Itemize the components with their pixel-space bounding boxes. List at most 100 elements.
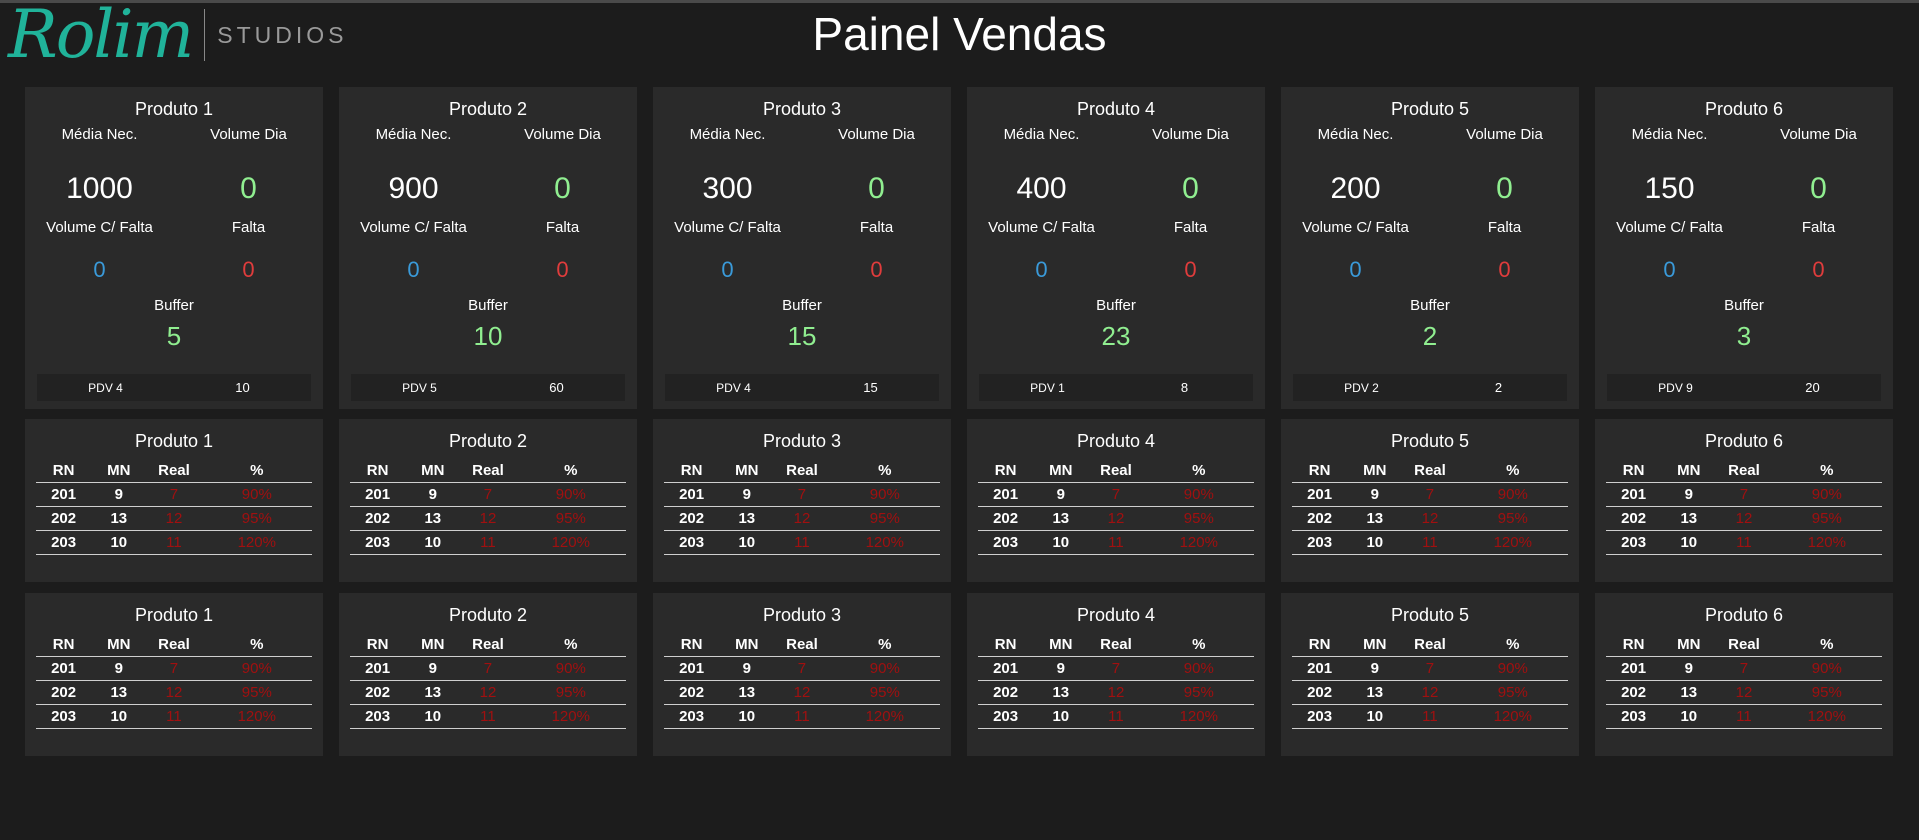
table-row: 201 9 7 90% [1292, 482, 1568, 507]
table-row: 202 13 12 95% [664, 506, 940, 531]
pdv-bar: PDV 4 10 [37, 374, 311, 401]
buffer-value: 5 [166, 321, 182, 351]
table-row: 203 10 11 120% [1292, 704, 1568, 729]
table-row: 203 10 11 120% [1606, 530, 1882, 555]
real-cell: 12 [1088, 506, 1144, 531]
real-header: Real [1088, 460, 1144, 483]
pct-header: % [829, 634, 940, 657]
table-row: 203 10 11 120% [36, 704, 312, 729]
table-row: 202 13 12 95% [350, 680, 626, 705]
table-header-row: RN MN Real% [978, 634, 1254, 657]
real-cell: 11 [460, 530, 516, 555]
real-cell: 11 [460, 704, 516, 729]
pdv-name: PDV 4 [716, 380, 751, 395]
rn-cell: 201 [1292, 482, 1348, 507]
table-row: 201 9 7 90% [664, 482, 940, 507]
rn-header: RN [36, 460, 92, 483]
mn-cell: 13 [719, 680, 775, 705]
product-table: RN MN Real% 201 9 7 90% 202 13 12 95% 203 10 11 120% [664, 634, 940, 729]
table-row: 202 13 12 95% [1292, 680, 1568, 705]
rn-cell: 203 [664, 530, 720, 555]
mn-cell: 10 [91, 530, 147, 555]
falta-label: Falta [1801, 219, 1836, 236]
real-cell: 12 [460, 506, 516, 531]
rn-cell: 203 [1292, 530, 1348, 555]
buffer-label: Buffer [1724, 297, 1764, 314]
volume-dia-label: Volume Dia [1780, 126, 1857, 143]
pdv-name: PDV 1 [1030, 380, 1065, 395]
rn-cell: 201 [350, 482, 406, 507]
rn-cell: 202 [350, 506, 406, 531]
rn-cell: 202 [664, 680, 720, 705]
table-row: 202 13 12 95% [1606, 680, 1882, 705]
falta-value: 0 [1184, 257, 1197, 282]
table-row: 203 10 11 120% [1292, 530, 1568, 555]
falta-value: 0 [556, 257, 569, 282]
rn-cell: 201 [978, 482, 1034, 507]
product-title: Produto 1 [134, 605, 214, 625]
metric-labels-row: Média Nec. Volume Dia [25, 126, 323, 143]
rn-header: RN [1606, 460, 1662, 483]
volume-c-falta-value: 0 [407, 257, 420, 282]
table-row: 201 9 7 90% [350, 656, 626, 681]
mn-header: MN [405, 460, 461, 483]
table-row: 202 13 12 95% [978, 506, 1254, 531]
media-nec-label: Média Nec. [1317, 126, 1394, 143]
table-row: 201 9 7 90% [350, 482, 626, 507]
metric-labels-row: Média Nec. Volume Dia [339, 126, 637, 143]
falta-value: 0 [870, 257, 883, 282]
falta-labels-row: Volume C/ Falta Falta [1281, 219, 1579, 236]
volume-dia-label: Volume Dia [838, 126, 915, 143]
buffer-value: 10 [473, 321, 503, 351]
real-cell: 11 [146, 704, 202, 729]
pct-cell: 95% [1143, 506, 1254, 531]
product-table-card: Produto 3 RN MN Real% 201 9 7 90% 202 13 12 95% 203 1… [653, 419, 951, 582]
table-row: 202 13 12 95% [1606, 506, 1882, 531]
table-row: 203 10 11 120% [978, 530, 1254, 555]
volume-dia-value: 0 [1496, 172, 1513, 205]
mn-cell: 9 [1033, 482, 1089, 507]
volume-c-falta-label: Volume C/ Falta [988, 219, 1095, 236]
pct-header: % [829, 460, 940, 483]
table-row: 203 10 11 120% [36, 530, 312, 555]
falta-labels-row: Volume C/ Falta Falta [653, 219, 951, 236]
metric-values-row: 150 0 [1595, 172, 1893, 206]
table-header-row: RN MN Real% [36, 460, 312, 483]
product-title: Produto 1 [134, 99, 214, 119]
pdv-value: 10 [235, 380, 250, 395]
real-cell: 12 [1088, 680, 1144, 705]
rn-cell: 203 [36, 704, 92, 729]
real-cell: 7 [146, 656, 202, 681]
pct-cell: 95% [1771, 680, 1882, 705]
mn-header: MN [1661, 460, 1717, 483]
pdv-value: 60 [549, 380, 564, 395]
falta-values-row: 00 [1281, 257, 1579, 283]
pct-cell: 90% [1771, 482, 1882, 507]
rn-cell: 201 [350, 656, 406, 681]
real-cell: 11 [1716, 530, 1772, 555]
buffer-label: Buffer [154, 297, 194, 314]
real-cell: 7 [460, 482, 516, 507]
product-title: Produto 4 [1076, 431, 1156, 451]
mn-header: MN [91, 634, 147, 657]
real-cell: 12 [1402, 506, 1458, 531]
product-table: RN MN Real% 201 9 7 90% 202 13 12 95% 203 10 11 120% [664, 460, 940, 555]
volume-c-falta-label: Volume C/ Falta [1616, 219, 1723, 236]
falta-label: Falta [1173, 219, 1208, 236]
pct-cell: 120% [1143, 530, 1254, 555]
falta-label: Falta [1487, 219, 1522, 236]
real-cell: 11 [774, 530, 830, 555]
volume-dia-value: 0 [868, 172, 885, 205]
pct-header: % [1143, 460, 1254, 483]
falta-labels-row: Volume C/ Falta Falta [339, 219, 637, 236]
product-title: Produto 2 [448, 605, 528, 625]
pct-header: % [201, 460, 312, 483]
media-nec-label: Média Nec. [375, 126, 452, 143]
mn-cell: 13 [1033, 506, 1089, 531]
rn-cell: 201 [1606, 482, 1662, 507]
table-row: 202 13 12 95% [1292, 506, 1568, 531]
product-title: Produto 4 [1076, 605, 1156, 625]
product-title: Produto 5 [1390, 605, 1470, 625]
buffer-value: 2 [1422, 321, 1438, 351]
table-header-row: RN MN Real% [1292, 460, 1568, 483]
